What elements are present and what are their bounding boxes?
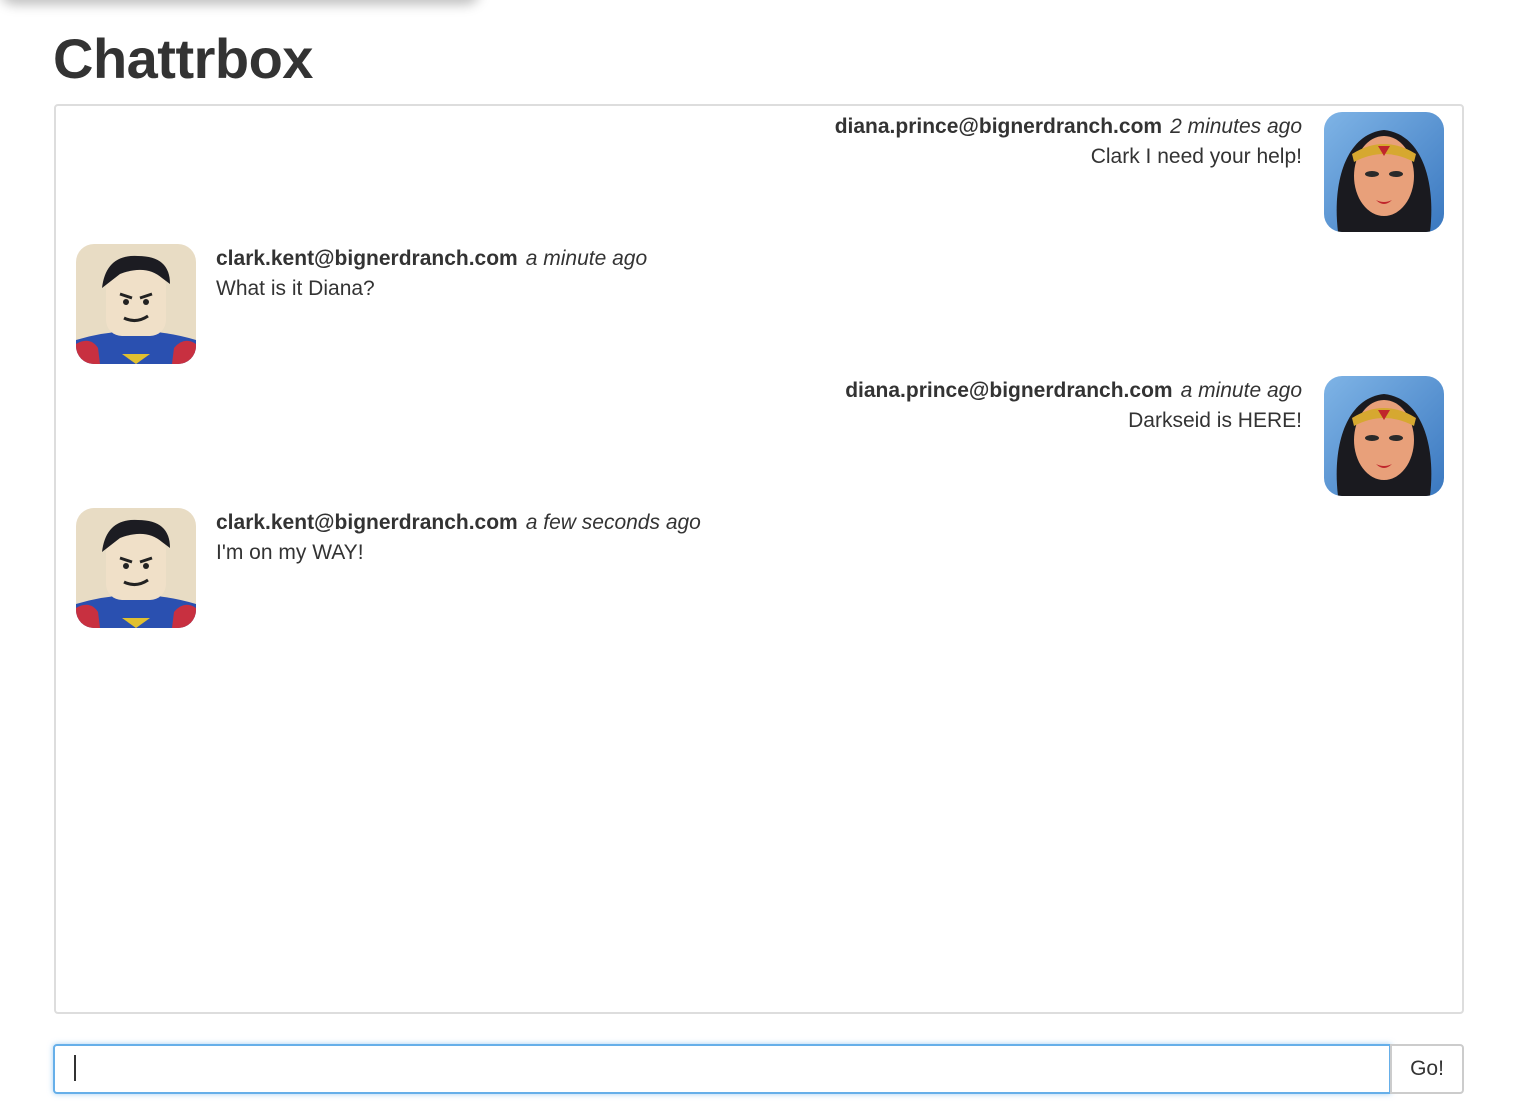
list-item: clark.kent@bignerdranch.com a few seconds… [76, 508, 1444, 628]
message-sender: clark.kent@bignerdranch.com [216, 247, 518, 270]
diana-avatar-icon [1324, 112, 1444, 232]
message-meta: clark.kent@bignerdranch.com a minute ago [216, 246, 647, 272]
clark-avatar-icon [76, 244, 196, 364]
avatar [1324, 376, 1444, 496]
text-cursor [74, 1055, 76, 1081]
send-button[interactable]: Go! [1390, 1044, 1464, 1094]
message-time: a few seconds ago [525, 511, 701, 534]
message-text: Clark I need your help! [1090, 145, 1302, 168]
list-item: clark.kent@bignerdranch.com a minute ago … [76, 244, 1444, 364]
list-item: diana.prince@bignerdranch.com 2 minutes a… [76, 112, 1444, 232]
message-form: Go! [53, 1044, 1464, 1094]
page-title: Chattrbox [53, 27, 313, 90]
message-text: Darkseid is HERE! [1128, 409, 1302, 432]
message-text: What is it Diana? [216, 277, 375, 300]
message-input[interactable] [53, 1044, 1391, 1094]
message-time: 2 minutes ago [1170, 115, 1302, 138]
message-time: a minute ago [1180, 379, 1302, 402]
message-sender: diana.prince@bignerdranch.com [834, 115, 1163, 138]
avatar [76, 508, 196, 628]
list-item: diana.prince@bignerdranch.com a minute ag… [76, 376, 1444, 496]
message-text: I'm on my WAY! [216, 541, 364, 564]
clark-avatar-icon [76, 508, 196, 628]
message-sender: clark.kent@bignerdranch.com [216, 511, 518, 534]
diana-avatar-icon [1324, 376, 1444, 496]
chat-list[interactable]: diana.prince@bignerdranch.com 2 minutes a… [54, 104, 1464, 1014]
message-meta: clark.kent@bignerdranch.com a few seconds… [216, 510, 701, 536]
message-meta: diana.prince@bignerdranch.com 2 minutes a… [835, 114, 1302, 140]
message-time: a minute ago [525, 247, 648, 270]
message-meta: diana.prince@bignerdranch.com a minute ag… [845, 378, 1302, 404]
message-sender: diana.prince@bignerdranch.com [845, 379, 1173, 402]
avatar [76, 244, 196, 364]
avatar [1324, 112, 1444, 232]
